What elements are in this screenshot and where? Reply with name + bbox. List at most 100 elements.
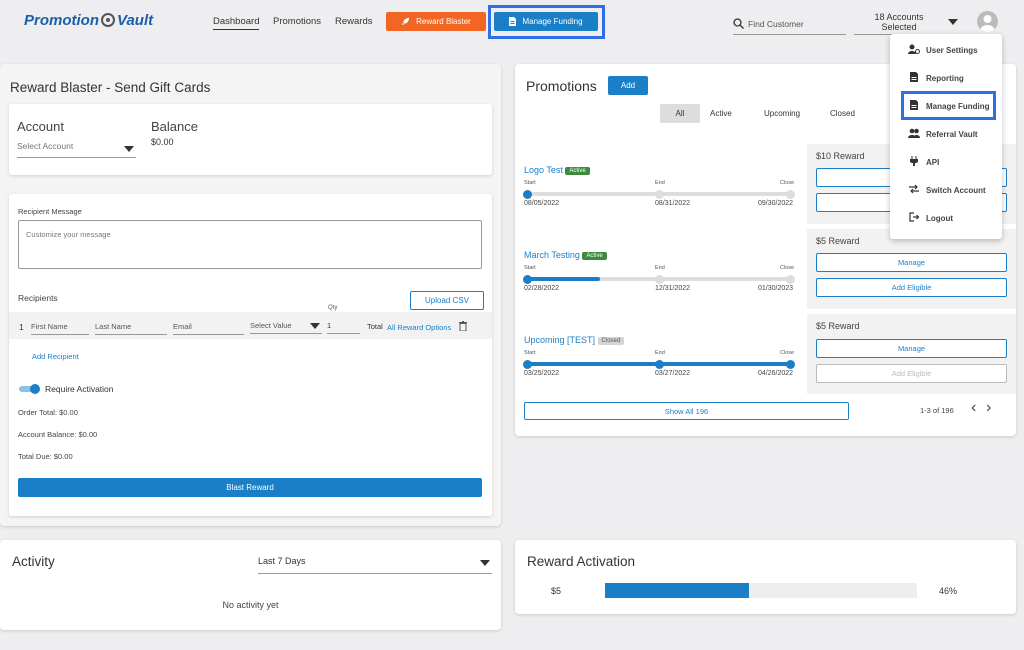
first-name-field[interactable]: First Name <box>31 321 89 335</box>
require-activation-toggle[interactable] <box>19 384 41 394</box>
recipients-box: Recipient Message Customize your message… <box>9 194 492 516</box>
add-promotion-button[interactable]: Add <box>608 76 648 95</box>
account-select[interactable]: Select Account <box>17 141 136 158</box>
close-date: 09/30/2022 <box>758 200 794 207</box>
upload-csv-button[interactable]: Upload CSV <box>410 291 484 310</box>
message-placeholder: Customize your message <box>26 230 111 239</box>
email-placeholder: Email <box>173 322 192 331</box>
plug-icon <box>908 156 920 168</box>
last-name-field[interactable]: Last Name <box>95 321 167 335</box>
reward-activation-card: Reward Activation $5 46% <box>515 540 1016 614</box>
find-customer-search[interactable]: Find Customer <box>733 13 846 35</box>
manage-button[interactable]: Manage <box>816 253 1007 272</box>
order-total: Order Total: $0.00 <box>18 408 78 417</box>
status-badge: Closed <box>597 336 625 345</box>
menu-item-label: User Settings <box>926 45 978 55</box>
start-date: 02/28/2022 <box>524 285 560 292</box>
vault-dial-icon <box>101 13 115 27</box>
promotion-name-row: Logo Test Active <box>524 165 590 175</box>
accounts-count: 18 Accounts <box>874 12 924 22</box>
select-value-field[interactable]: Select Value <box>250 320 322 334</box>
end-date: 12/31/2022 <box>655 285 691 292</box>
timeline-close-dot <box>786 189 795 199</box>
promotion-name-row: March Testing Active <box>524 250 607 260</box>
last-name-placeholder: Last Name <box>95 322 132 331</box>
activity-range-select[interactable]: Last 7 Days <box>258 556 492 574</box>
promotion-name[interactable]: Logo Test <box>524 165 563 175</box>
add-recipient-link[interactable]: Add Recipient <box>32 352 79 361</box>
blast-reward-button[interactable]: Blast Reward <box>18 478 482 497</box>
activity-title: Activity <box>12 554 55 569</box>
menu-item-referral-vault[interactable]: Referral Vault <box>890 122 1002 146</box>
menu-item-api[interactable]: API <box>890 150 1002 174</box>
status-badge: Active <box>582 251 607 260</box>
menu-item-logout[interactable]: Logout <box>890 206 1002 230</box>
logo[interactable]: Promotion Vault <box>24 10 153 30</box>
promotion-name[interactable]: March Testing <box>524 250 580 260</box>
chevron-left-icon[interactable]: ‹ <box>971 400 976 416</box>
manage-funding-label: Manage Funding <box>522 17 583 26</box>
manage-button[interactable]: Manage <box>816 339 1007 358</box>
find-customer-placeholder: Find Customer <box>748 18 804 29</box>
timeline-start-dot <box>523 274 532 284</box>
qty-label: Qty <box>328 305 338 311</box>
require-activation-label: Require Activation <box>45 384 114 394</box>
accounts-selector[interactable]: 18 Accounts Selected <box>854 11 966 35</box>
nav-promotions[interactable]: Promotions <box>273 16 321 27</box>
timeline-end-dot <box>655 189 664 199</box>
promotions-title: Promotions <box>526 78 597 94</box>
logout-icon <box>908 212 920 224</box>
reward-amount: $10 Reward <box>816 151 865 161</box>
menu-item-label: Switch Account <box>926 185 986 195</box>
timeline-close-dot <box>786 274 795 284</box>
search-icon <box>733 18 744 29</box>
filter-tab-closed-label: Closed <box>830 109 855 118</box>
chevron-right-icon[interactable]: › <box>986 400 991 416</box>
filter-tab-active[interactable]: Active <box>710 109 732 118</box>
end-label: End <box>655 350 665 356</box>
recipient-message-label: Recipient Message <box>18 207 82 216</box>
row-index: 1 <box>19 322 24 332</box>
chevron-down-icon <box>948 19 958 25</box>
document-icon <box>509 17 517 26</box>
filter-tab-all[interactable]: All <box>660 104 700 123</box>
menu-item-switch-account[interactable]: Switch Account <box>890 178 1002 202</box>
activation-bar-track <box>605 583 917 598</box>
recipient-message-input[interactable]: Customize your message <box>18 220 482 269</box>
document-icon <box>908 72 920 84</box>
add-eligible-button[interactable]: Add Eligible <box>816 278 1007 297</box>
menu-item-reporting[interactable]: Reporting <box>890 66 1002 90</box>
quantity-field[interactable]: 1 <box>327 320 360 334</box>
add-promotion-label: Add <box>620 81 636 90</box>
user-menu: User Settings Reporting Manage Funding R… <box>890 34 1002 239</box>
promotion-name[interactable]: Upcoming [TEST] <box>524 335 595 345</box>
start-date: 03/25/2022 <box>524 370 560 377</box>
trash-icon[interactable] <box>459 321 467 331</box>
manage-funding-button[interactable]: Manage Funding <box>494 12 598 31</box>
timeline-end-dot <box>655 359 664 369</box>
show-all-button[interactable]: Show All 196 <box>524 402 849 420</box>
show-all-label: Show All 196 <box>664 406 709 416</box>
filter-tab-upcoming[interactable]: Upcoming <box>764 109 800 118</box>
add-eligible-button[interactable]: Add Eligible <box>816 364 1007 383</box>
end-label: End <box>655 180 665 186</box>
menu-item-user-settings[interactable]: User Settings <box>890 38 1002 62</box>
close-date: 01/30/2023 <box>758 285 794 292</box>
activation-label: $5 <box>551 586 562 596</box>
status-badge: Active <box>565 166 590 175</box>
reward-panel: $5 Reward Manage Add Eligible <box>807 229 1016 309</box>
activity-empty-message: No activity yet <box>222 600 279 610</box>
avatar[interactable] <box>977 11 998 32</box>
nav-rewards[interactable]: Rewards <box>335 16 373 27</box>
nav-dashboard[interactable]: Dashboard <box>213 16 260 30</box>
all-reward-options-link[interactable]: All Reward Options <box>387 323 451 332</box>
user-avatar-icon <box>980 15 995 32</box>
email-field[interactable]: Email <box>173 321 244 335</box>
account-balance: Account Balance: $0.00 <box>18 430 98 439</box>
filter-tab-closed[interactable]: Closed <box>830 109 855 118</box>
reward-blaster-card: Reward Blaster - Send Gift Cards Account… <box>0 64 501 526</box>
account-label: Account <box>17 119 64 134</box>
activation-percent: 46% <box>939 586 958 596</box>
reward-blaster-button[interactable]: Reward Blaster <box>386 12 486 31</box>
blast-reward-label: Blast Reward <box>226 483 274 492</box>
